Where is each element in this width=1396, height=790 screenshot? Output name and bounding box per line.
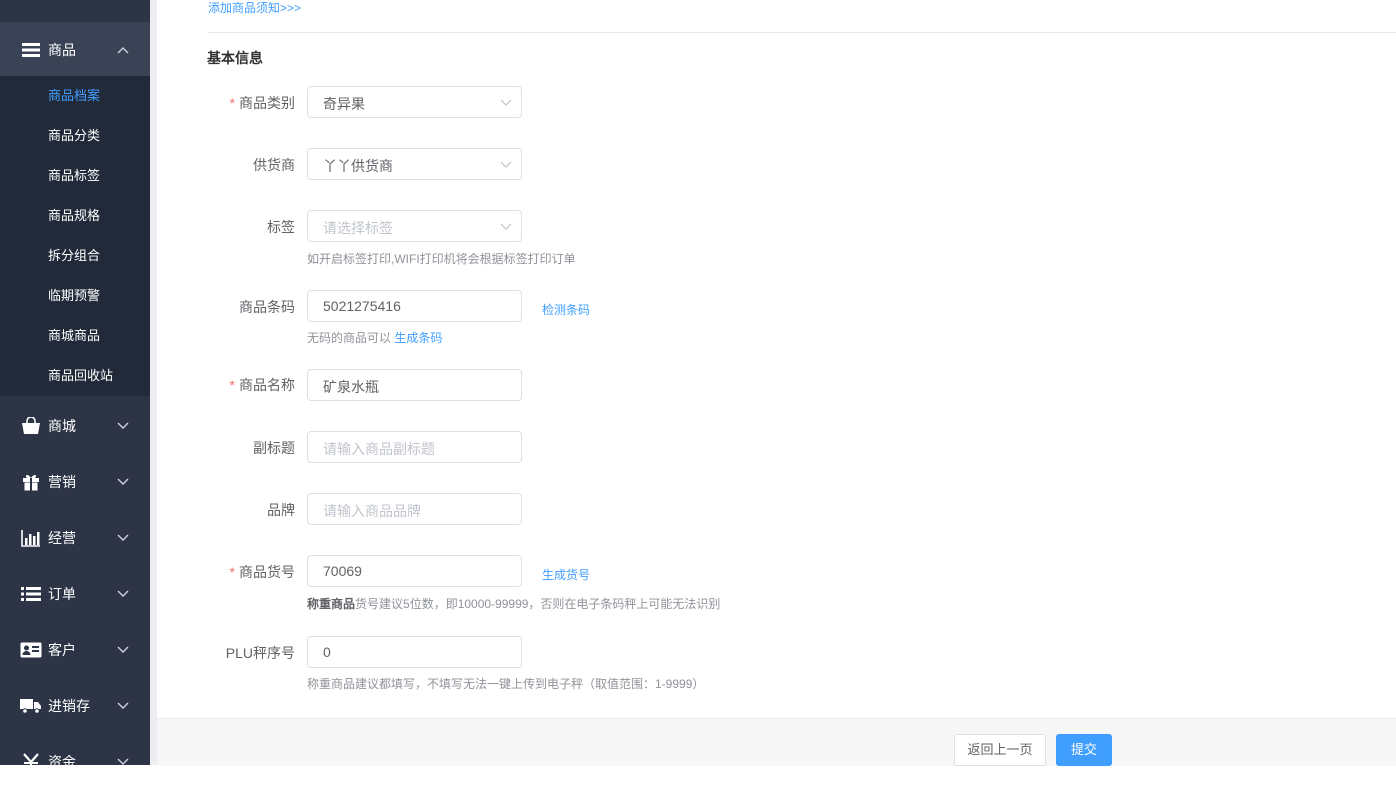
supplier-label: 供货商 [253, 157, 295, 173]
chevron-down-icon [116, 419, 130, 433]
hamburger-icon [20, 39, 42, 61]
subtitle-input[interactable]: 请输入商品副标题 [307, 431, 522, 463]
tag-label: 标签 [267, 219, 295, 235]
plu-input[interactable]: 0 [307, 636, 522, 668]
sidebar-item-goods-archive[interactable]: 商品档案 [0, 76, 150, 116]
sidebar-group-customers[interactable]: 客户 [0, 622, 150, 678]
tag-hint: 如开启标签打印,WIFI打印机将会根据标签打印订单 [307, 252, 576, 266]
sidebar-item-goods-category[interactable]: 商品分类 [0, 116, 150, 156]
chevron-down-icon [116, 475, 130, 489]
barcode-hint: 无码的商品可以 生成条码 [307, 329, 442, 346]
barcode-input[interactable]: 5021275416 [307, 290, 522, 322]
barcode-value: 5021275416 [323, 298, 401, 314]
section-title: 基本信息 [207, 50, 263, 66]
sidebar-group-label: 订单 [48, 586, 76, 602]
sku-label-text: 商品货号 [239, 564, 295, 580]
sidebar-item-goods-specs[interactable]: 商品规格 [0, 196, 150, 236]
sku-input[interactable]: 70069 [307, 555, 522, 587]
sidebar-item-recycle-bin[interactable]: 商品回收站 [0, 356, 150, 396]
sku-hint-bold: 称重商品 [307, 597, 356, 611]
chevron-down-icon [116, 531, 130, 545]
truck-icon [20, 695, 42, 717]
sidebar-group-goods[interactable]: 商品 [0, 22, 150, 78]
brand-label: 品牌 [267, 502, 295, 518]
sku-hint-text: 货号建议5位数，即10000-99999，否则在电子条码秤上可能无法识别 [355, 597, 721, 611]
sidebar: 概况 商品 商品档案 商品分类 商品标签 商品规格 拆分组合 临期预警 商城商品… [0, 0, 150, 771]
category-select[interactable]: 奇异果 [307, 86, 522, 118]
barcode-hint-text: 无码的商品可以 [307, 331, 395, 345]
plu-label: PLU秤序号 [225, 645, 295, 661]
sidebar-group-label: 进销存 [48, 698, 90, 714]
plu-hint: 称重商品建议都填写，不填写无法一键上传到电子秤（取值范围：1-9999） [307, 677, 705, 691]
tag-placeholder: 请选择标签 [323, 220, 393, 236]
chevron-down-icon [500, 158, 512, 170]
main-content: 添加商品须知>>> 基本信息 * 商品类别 奇异果 供货商 丫丫供货商 标签 请选… [157, 0, 1396, 766]
supplier-value: 丫丫供货商 [323, 158, 393, 174]
goods-name-input[interactable]: 矿泉水瓶 [307, 369, 522, 401]
list-icon [20, 583, 42, 605]
required-mark: * [229, 95, 235, 111]
gift-icon [20, 471, 42, 493]
name-label-text: 商品名称 [239, 377, 295, 393]
shopping-bag-icon [20, 415, 42, 437]
chevron-down-icon [116, 643, 130, 657]
required-mark: * [229, 377, 235, 393]
sidebar-group-inventory[interactable]: 进销存 [0, 678, 150, 734]
sidebar-group-label: 资金 [48, 754, 76, 770]
generate-sku-link[interactable]: 生成货号 [542, 566, 590, 583]
id-card-icon [20, 639, 42, 661]
subtitle-label: 副标题 [253, 440, 295, 456]
back-button[interactable]: 返回上一页 [954, 734, 1046, 766]
sidebar-divider [150, 0, 157, 765]
sidebar-group-orders[interactable]: 订单 [0, 566, 150, 622]
sku-label: * 商品货号 [157, 562, 295, 582]
sidebar-item-split-combine[interactable]: 拆分组合 [0, 236, 150, 276]
sidebar-group-label: 商城 [48, 418, 76, 434]
check-barcode-link[interactable]: 检测条码 [542, 301, 590, 318]
brand-placeholder: 请输入商品品牌 [323, 503, 421, 519]
chevron-down-icon [500, 96, 512, 108]
chevron-up-icon [116, 43, 130, 57]
subtitle-placeholder: 请输入商品副标题 [323, 441, 435, 457]
sidebar-group-label: 商品 [48, 42, 76, 58]
chevron-down-icon [116, 755, 130, 769]
yen-icon [20, 751, 42, 773]
required-mark: * [229, 564, 235, 580]
category-label-text: 商品类别 [239, 95, 295, 111]
category-value: 奇异果 [323, 96, 365, 112]
sidebar-group-label: 经营 [48, 530, 76, 546]
category-label: * 商品类别 [157, 93, 295, 113]
supplier-select[interactable]: 丫丫供货商 [307, 148, 522, 180]
sidebar-group-mall[interactable]: 商城 [0, 398, 150, 454]
sidebar-group-label: 客户 [48, 642, 76, 658]
sidebar-group-label: 营销 [48, 474, 76, 490]
chevron-down-icon [500, 220, 512, 232]
sidebar-group-operations[interactable]: 经营 [0, 510, 150, 566]
plu-value: 0 [323, 644, 331, 660]
brand-input[interactable]: 请输入商品品牌 [307, 493, 522, 525]
submit-button[interactable]: 提交 [1056, 734, 1112, 766]
goods-name-value: 矿泉水瓶 [323, 379, 379, 395]
tag-select[interactable]: 请选择标签 [307, 210, 522, 242]
form-footer: 返回上一页 提交 [157, 718, 1396, 766]
sku-value: 70069 [323, 563, 362, 579]
sidebar-item-expiry-warning[interactable]: 临期预警 [0, 276, 150, 316]
goods-submenu: 商品档案 商品分类 商品标签 商品规格 拆分组合 临期预警 商城商品 商品回收站 [0, 76, 150, 396]
chevron-down-icon [116, 699, 130, 713]
sidebar-group-overview[interactable]: 概况 [0, 0, 150, 16]
sidebar-item-mall-goods[interactable]: 商城商品 [0, 316, 150, 356]
section-divider [208, 32, 1396, 33]
name-label: * 商品名称 [157, 375, 295, 395]
sidebar-item-goods-tags[interactable]: 商品标签 [0, 156, 150, 196]
generate-barcode-link[interactable]: 生成条码 [394, 331, 442, 345]
sidebar-group-marketing[interactable]: 营销 [0, 454, 150, 510]
chevron-down-icon [116, 587, 130, 601]
sku-hint: 称重商品货号建议5位数，即10000-99999，否则在电子条码秤上可能无法识别 [307, 595, 720, 612]
barcode-label: 商品条码 [239, 299, 295, 315]
bar-chart-icon [20, 527, 42, 549]
sidebar-group-funds[interactable]: 资金 [0, 734, 150, 790]
add-goods-notice-link[interactable]: 添加商品须知>>> [208, 0, 301, 16]
